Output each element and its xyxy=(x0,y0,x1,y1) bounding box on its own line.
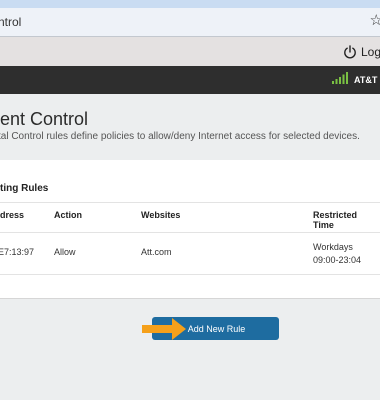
cell-restricted-time: Workdays 09:00-23:04 xyxy=(313,242,362,265)
nav-bar xyxy=(0,66,380,94)
cell-address: E7:13:97 xyxy=(0,247,35,257)
column-header-action: Action xyxy=(54,210,82,220)
cell-websites: Att.com xyxy=(141,247,172,257)
power-icon[interactable] xyxy=(343,45,357,59)
row-divider xyxy=(0,274,380,275)
section-title: ting Rules xyxy=(0,183,49,194)
cell-action: Allow xyxy=(54,247,76,257)
signal-bars-icon xyxy=(332,72,348,84)
address-bar[interactable]: ntrol ☆ xyxy=(0,8,380,37)
page-title: ent Control xyxy=(0,109,89,129)
logout-link[interactable]: Logo xyxy=(361,45,380,59)
browser-top-strip xyxy=(0,0,380,8)
utility-bar xyxy=(0,37,380,66)
carrier-label: AT&T xyxy=(354,75,378,85)
url-text[interactable]: ntrol xyxy=(0,15,21,29)
column-header-address: dress xyxy=(0,210,25,220)
star-outline-icon[interactable]: ☆ xyxy=(370,13,380,28)
column-header-websites: Websites xyxy=(141,210,181,220)
column-header-restricted-time: Restricted Time xyxy=(313,210,358,230)
add-new-rule-label: Add New Rule xyxy=(187,323,246,334)
page-description: tal Control rules define policies to all… xyxy=(0,131,360,142)
arrow-right-icon xyxy=(142,318,186,340)
